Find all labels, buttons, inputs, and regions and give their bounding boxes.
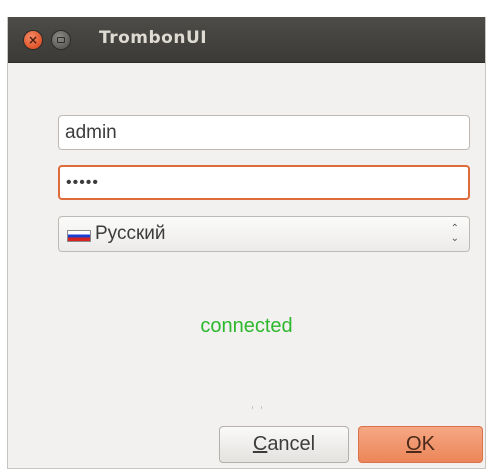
connection-status: connected [200, 315, 293, 337]
cancel-label: ancel [267, 433, 316, 455]
login-dialog: × TrombonUI ••••• Русский ⌃⌄ connected C… [7, 17, 486, 469]
resize-grip[interactable] [252, 406, 262, 409]
password-mask: ••••• [66, 174, 100, 191]
russia-flag-icon [67, 230, 91, 242]
close-button[interactable]: × [24, 31, 42, 49]
password-field[interactable]: ••••• [58, 165, 470, 200]
language-select[interactable]: Русский ⌃ ⌄ [58, 216, 470, 252]
title-bar[interactable]: × TrombonUI [8, 17, 485, 63]
window-title: TrombonUI [99, 28, 208, 48]
minimize-icon [57, 37, 65, 43]
ok-button[interactable]: OK [358, 426, 483, 463]
cancel-button[interactable]: Cancel [219, 426, 349, 463]
minimize-button[interactable] [52, 31, 70, 49]
cancel-mnemonic: C [252, 433, 268, 455]
username-field[interactable] [58, 115, 470, 150]
close-icon: × [27, 33, 39, 47]
ok-label: K [421, 433, 435, 455]
combo-arrows-icon: ⌃ ⌄ [450, 223, 459, 244]
ok-mnemonic: O [406, 433, 422, 455]
language-select-value: Русский [95, 223, 166, 244]
